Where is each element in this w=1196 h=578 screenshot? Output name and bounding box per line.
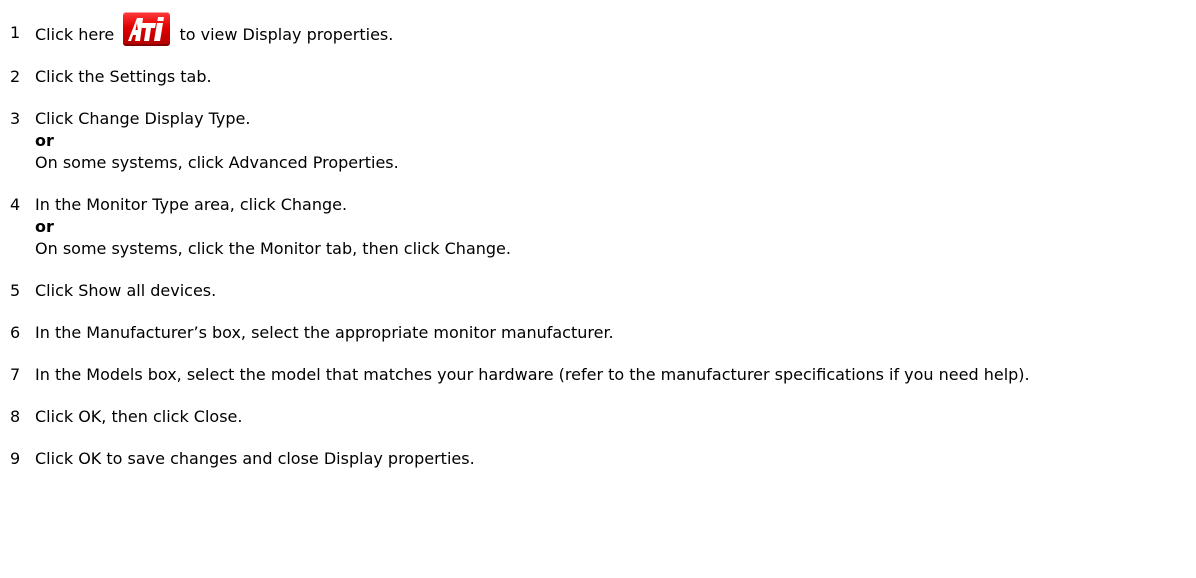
step-text: Click OK to save changes and close Displ… xyxy=(35,449,475,468)
step-3: 3 Click Change Display Type. or On some … xyxy=(10,108,1190,174)
step-text: In the Models box, select the model that… xyxy=(35,365,1030,384)
step-5: 5 Click Show all devices. xyxy=(10,280,1190,302)
step-text: In the Manufacturer’s box, select the ap… xyxy=(35,323,614,342)
step-6: 6 In the Manufacturer’s box, select the … xyxy=(10,322,1190,344)
step-7: 7 In the Models box, select the model th… xyxy=(10,364,1190,386)
step-4: 4 In the Monitor Type area, click Change… xyxy=(10,194,1190,260)
step-text: Click the Settings tab. xyxy=(35,67,212,86)
step-number: 3 xyxy=(10,109,21,128)
step-number: 2 xyxy=(10,67,21,86)
step-alternative-text: On some systems, click the Monitor tab, … xyxy=(35,239,511,258)
step-8: 8 Click OK, then click Close. xyxy=(10,406,1190,428)
step-text: Click here to view Display properties. xyxy=(35,12,1190,46)
or-separator: or xyxy=(35,131,54,150)
step-text: Click OK, then click Close. xyxy=(35,407,243,426)
ati-logo-icon[interactable] xyxy=(123,12,171,46)
step-text: Click Change Display Type. xyxy=(35,109,251,128)
step-text-after-icon: to view Display properties. xyxy=(179,25,394,44)
step-body: In the Monitor Type area, click Change. … xyxy=(35,194,1190,260)
step-number: 4 xyxy=(10,195,21,214)
step-number: 5 xyxy=(10,281,21,300)
ati-logo-glyph xyxy=(128,17,165,41)
step-alternative-text: On some systems, click Advanced Properti… xyxy=(35,153,399,172)
step-number: 7 xyxy=(10,365,21,384)
or-separator: or xyxy=(35,217,54,236)
step-number: 1 xyxy=(10,23,21,42)
step-number: 9 xyxy=(10,449,21,468)
step-9: 9 Click OK to save changes and close Dis… xyxy=(10,448,1190,470)
step-text: Click Show all devices. xyxy=(35,281,217,300)
step-2: 2 Click the Settings tab. xyxy=(10,66,1190,88)
instruction-steps: 1 Click here to view Display properties.… xyxy=(10,0,1190,490)
step-text: In the Monitor Type area, click Change. xyxy=(35,195,348,214)
step-body: Click Change Display Type. or On some sy… xyxy=(35,108,1190,174)
step-1: 1 Click here to view Display properties. xyxy=(10,12,1190,46)
step-number: 8 xyxy=(10,407,21,426)
step-text-before-icon: Click here xyxy=(35,25,115,44)
step-number: 6 xyxy=(10,323,21,342)
